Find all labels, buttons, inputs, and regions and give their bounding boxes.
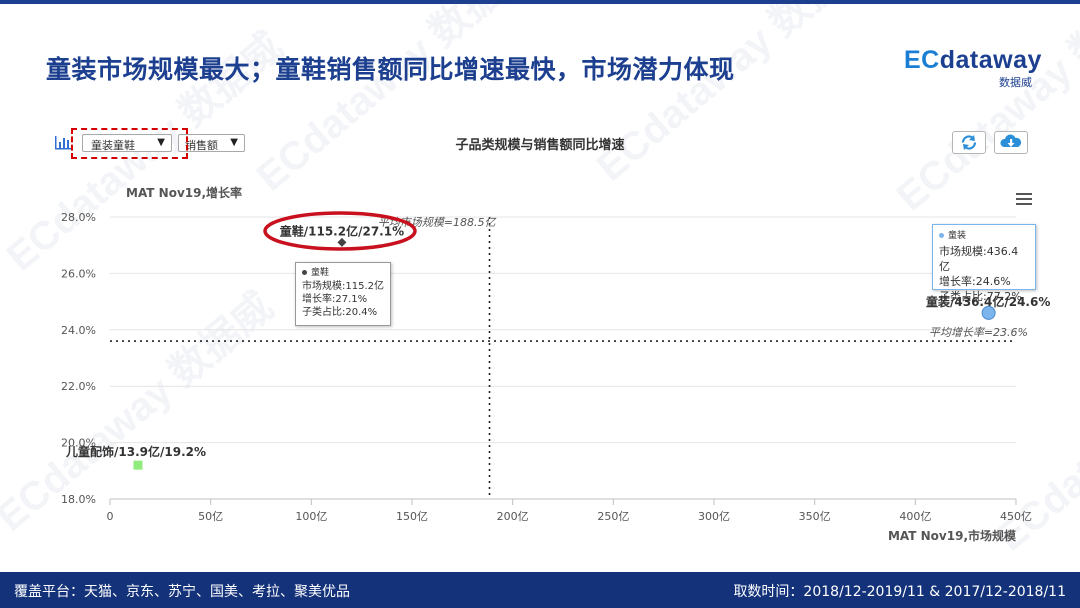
footer: 覆盖平台：天猫、京东、苏宁、国美、考拉、聚美优品 取数时间：2018/12-20… — [0, 572, 1080, 608]
x-tick-label: 300亿 — [698, 510, 730, 523]
data-point — [337, 237, 347, 247]
tooltip-series-name: 童鞋 — [311, 268, 330, 278]
data-point — [133, 460, 143, 470]
tooltip-clothing: 童装 市场规模:436.4亿 增长率:24.6% 子类占比:77.2% — [932, 224, 1036, 303]
tooltip-growth: 增长率:27.1% — [302, 294, 368, 305]
data-label: 儿童配饰/13.9亿/19.2% — [65, 444, 206, 459]
x-tick-label: 350亿 — [799, 510, 831, 523]
tooltip-series-name: 童装 — [948, 231, 967, 241]
x-tick-label: 200亿 — [497, 510, 529, 523]
avg-growth-label: 平均增长率=23.6% — [929, 326, 1028, 339]
tooltip-size: 市场规模:115.2亿 — [302, 281, 384, 292]
y-tick-label: 18.0% — [61, 493, 96, 506]
tooltip-share: 子类占比:77.2% — [939, 290, 1022, 303]
x-tick-label: 400亿 — [899, 510, 931, 523]
data-label: 童鞋/115.2亿/27.1% — [280, 223, 404, 238]
tooltip-size: 市场规模:436.4亿 — [939, 245, 1019, 273]
x-tick-label: 450亿 — [1000, 510, 1032, 523]
footer-period: 取数时间：2018/12-2019/11 & 2017/12-2018/11 — [733, 584, 1066, 600]
footer-platforms: 覆盖平台：天猫、京东、苏宁、国美、考拉、聚美优品 — [14, 584, 350, 600]
x-tick-label: 100亿 — [295, 510, 327, 523]
y-tick-label: 26.0% — [61, 267, 96, 280]
y-tick-label: 22.0% — [61, 380, 96, 393]
y-tick-label: 24.0% — [61, 324, 96, 337]
x-tick-label: 150亿 — [396, 510, 428, 523]
scatter-plot: 18.0%20.0%22.0%24.0%26.0%28.0%0 50亿 100亿 15… — [61, 185, 1050, 543]
tooltip-growth: 增长率:24.6% — [939, 275, 1011, 288]
x-axis-title: MAT Nov19,市场规模 — [888, 528, 1017, 543]
tooltip-share: 子类占比:20.4% — [302, 307, 378, 318]
tooltip-shoes: 童鞋 市场规模:115.2亿 增长率:27.1% 子类占比:20.4% — [295, 262, 391, 326]
y-axis-title: MAT Nov19,增长率 — [126, 185, 242, 200]
x-tick-label: 50亿 — [198, 510, 223, 523]
y-tick-label: 28.0% — [61, 211, 96, 224]
x-tick-label: 250亿 — [597, 510, 629, 523]
x-tick-label: 0 — [107, 510, 114, 523]
